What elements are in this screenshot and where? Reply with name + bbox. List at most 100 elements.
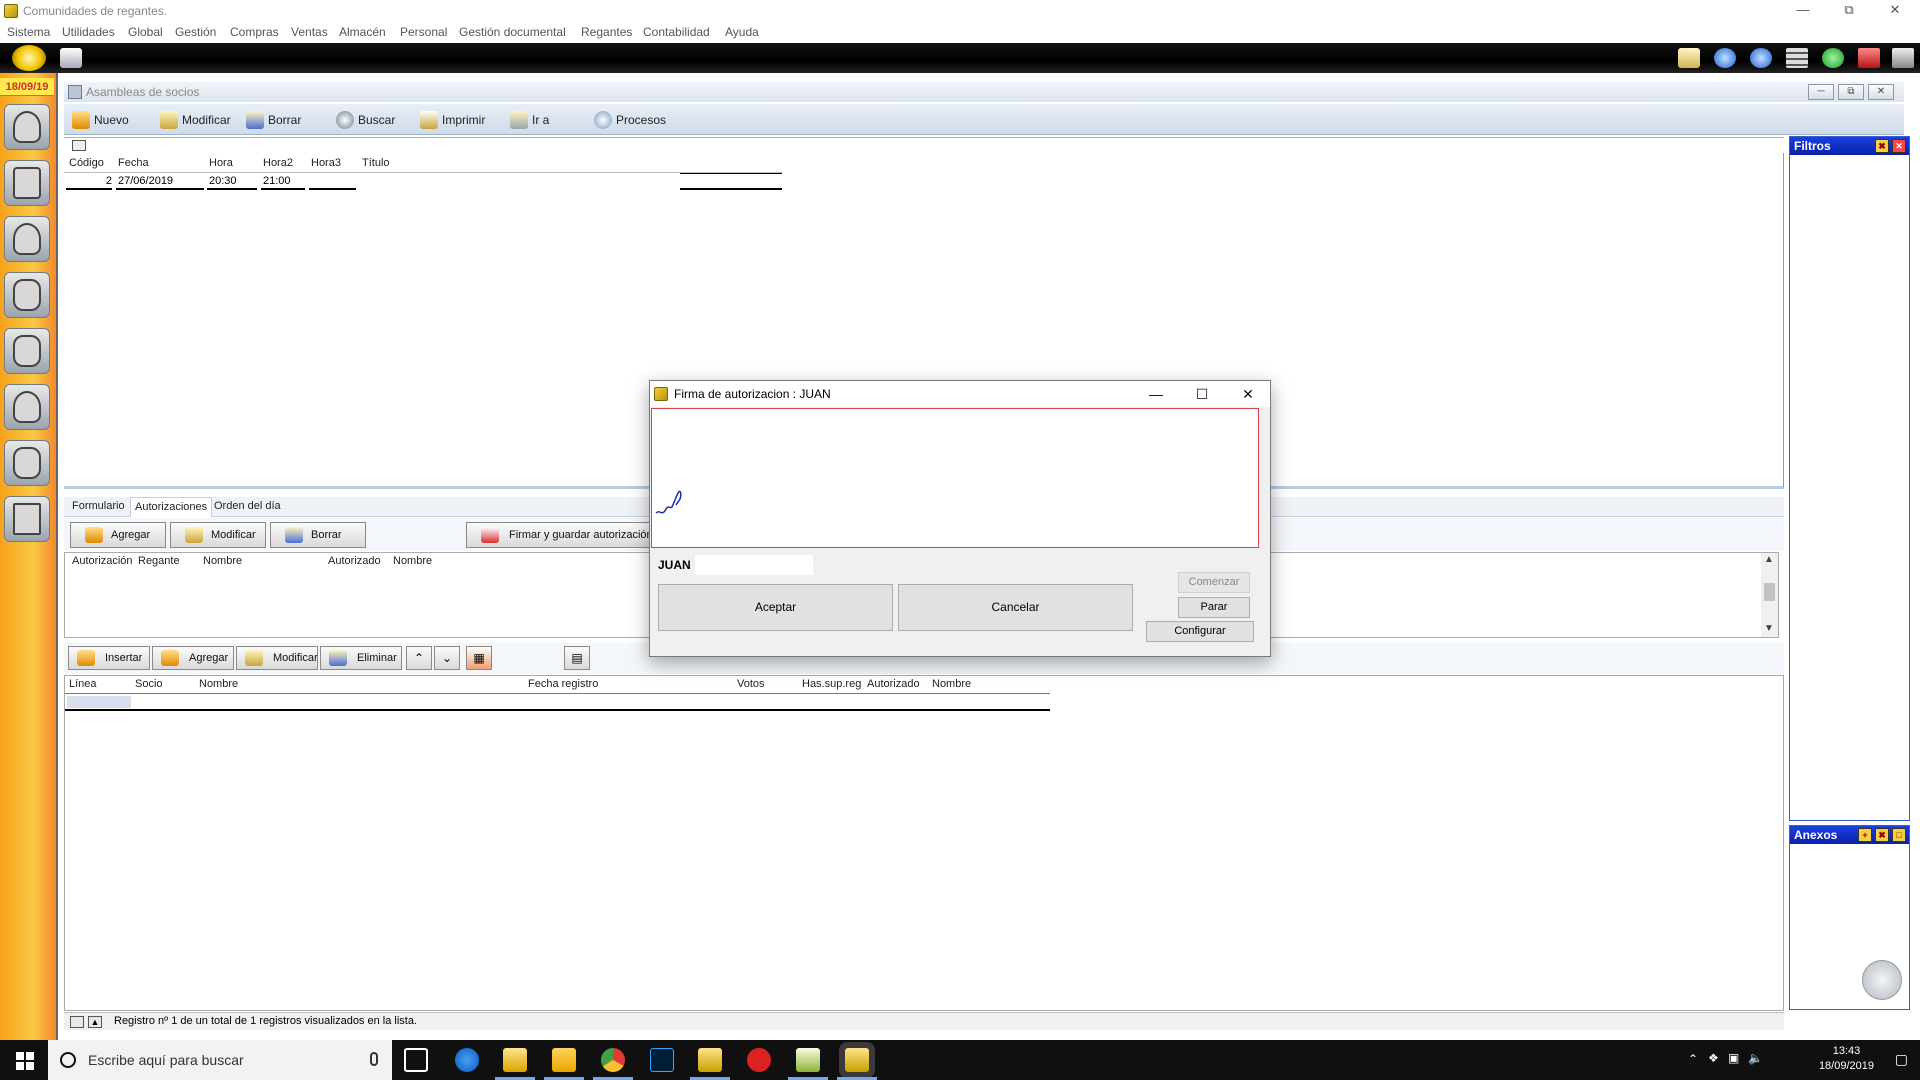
col-nombre-autorizado[interactable]: Nombre bbox=[932, 678, 971, 690]
back-arrow-icon[interactable] bbox=[1714, 48, 1736, 68]
selected-row[interactable] bbox=[67, 696, 131, 708]
tab-formulario[interactable]: Formulario bbox=[72, 500, 125, 512]
photoshop-icon[interactable] bbox=[650, 1048, 674, 1072]
child-minimize-button[interactable]: ─ bbox=[1808, 84, 1834, 100]
exit-icon[interactable] bbox=[1892, 48, 1914, 68]
col-codigo[interactable]: Código bbox=[69, 157, 104, 169]
dialog-minimize-button[interactable]: — bbox=[1134, 381, 1178, 407]
filters-close-icon[interactable]: ✕ bbox=[1892, 139, 1906, 153]
configure-button[interactable]: Configurar bbox=[1146, 621, 1254, 642]
side-button-person[interactable] bbox=[4, 216, 50, 262]
procesos-button[interactable]: Procesos bbox=[594, 110, 666, 130]
notes-button[interactable]: ▤ bbox=[564, 646, 590, 670]
volume-icon[interactable]: 🔈 bbox=[1748, 1051, 1763, 1065]
start-button[interactable]: Comenzar bbox=[1178, 572, 1250, 593]
col-hora3[interactable]: Hora3 bbox=[311, 157, 341, 169]
grid-layout-icon[interactable] bbox=[72, 140, 86, 151]
assistant-icon[interactable] bbox=[1862, 960, 1902, 1000]
child-restore-button[interactable]: ⧉ bbox=[1838, 84, 1864, 100]
help-icon[interactable] bbox=[1822, 48, 1844, 68]
auth-modify-button[interactable]: Modificar bbox=[170, 522, 266, 548]
col-titulo[interactable]: Título bbox=[362, 157, 390, 169]
side-button-binary[interactable] bbox=[4, 328, 50, 374]
menu-ayuda[interactable]: Ayuda bbox=[725, 25, 759, 39]
filters-config-icon[interactable]: ✖ bbox=[1875, 139, 1889, 153]
dialog-maximize-button[interactable]: ☐ bbox=[1180, 381, 1224, 407]
menu-gestion[interactable]: Gestión bbox=[175, 25, 216, 39]
col-regante[interactable]: Regante bbox=[138, 555, 180, 567]
dialog-close-button[interactable]: ✕ bbox=[1226, 381, 1270, 407]
signature-pad[interactable] bbox=[651, 408, 1259, 548]
start-button[interactable] bbox=[0, 1040, 48, 1080]
gest-app-icon[interactable] bbox=[698, 1048, 722, 1072]
dropbox-icon[interactable]: ❖ bbox=[1708, 1051, 1719, 1065]
scroll-down-icon[interactable]: ▼ bbox=[1764, 623, 1774, 634]
menu-personal[interactable]: Personal bbox=[400, 25, 447, 39]
windows-list-icon[interactable] bbox=[1786, 48, 1808, 68]
remove-button[interactable]: Eliminar bbox=[320, 646, 402, 670]
clock[interactable]: 13:43 18/09/2019 bbox=[1819, 1044, 1874, 1074]
col-socio[interactable]: Socio bbox=[135, 678, 163, 690]
chrome-icon[interactable] bbox=[601, 1048, 625, 1072]
ir-a-button[interactable]: Ir a bbox=[510, 110, 549, 130]
col-autorizacion[interactable]: Autorización bbox=[72, 555, 133, 567]
mail-app-icon[interactable] bbox=[503, 1048, 527, 1072]
scroll-thumb[interactable] bbox=[1764, 583, 1775, 601]
restore-button[interactable]: ⧉ bbox=[1826, 0, 1872, 22]
menu-gestion-documental[interactable]: Gestión documental bbox=[459, 25, 566, 39]
scroll-up-icon[interactable]: ▲ bbox=[1764, 554, 1774, 565]
col-has-sup-reg[interactable]: Has.sup.reg bbox=[802, 678, 861, 690]
menu-compras[interactable]: Compras bbox=[230, 25, 279, 39]
report-button[interactable]: ▦ bbox=[466, 646, 492, 670]
buscar-button[interactable]: Buscar bbox=[336, 110, 395, 130]
menu-utilidades[interactable]: Utilidades bbox=[62, 25, 115, 39]
microphone-icon[interactable] bbox=[370, 1052, 378, 1066]
col-nombre[interactable]: Nombre bbox=[203, 555, 242, 567]
tab-orden-del-dia[interactable]: Orden del día bbox=[214, 500, 281, 512]
insert-button[interactable]: Insertar bbox=[68, 646, 150, 670]
col-nombre[interactable]: Nombre bbox=[199, 678, 238, 690]
menu-ventas[interactable]: Ventas bbox=[291, 25, 328, 39]
col-fecha[interactable]: Fecha bbox=[118, 157, 149, 169]
menu-contabilidad[interactable]: Contabilidad bbox=[643, 25, 710, 39]
file-explorer-icon[interactable] bbox=[552, 1048, 576, 1072]
mail-icon[interactable] bbox=[1678, 48, 1700, 68]
notifications-icon[interactable]: ▢ bbox=[1895, 1051, 1908, 1068]
modificar-button[interactable]: Modificar bbox=[160, 110, 231, 130]
side-button-tasks[interactable] bbox=[4, 160, 50, 206]
borrar-button[interactable]: Borrar bbox=[246, 110, 301, 130]
col-autorizado[interactable]: Autorizado bbox=[328, 555, 381, 567]
side-button-users[interactable] bbox=[4, 104, 50, 150]
col-autorizado[interactable]: Autorizado bbox=[867, 678, 920, 690]
col-nombre-autorizado[interactable]: Nombre bbox=[393, 555, 432, 567]
cancel-button[interactable]: Cancelar bbox=[898, 584, 1133, 631]
active-app-icon[interactable] bbox=[845, 1048, 869, 1072]
task-view-icon[interactable] bbox=[404, 1048, 428, 1072]
menu-global[interactable]: Global bbox=[128, 25, 163, 39]
line-add-button[interactable]: Agregar bbox=[152, 646, 234, 670]
col-votos[interactable]: Votos bbox=[737, 678, 765, 690]
sign-authorization-button[interactable]: Firmar y guardar autorización bbox=[466, 522, 652, 548]
close-window-icon[interactable] bbox=[1858, 48, 1880, 68]
forward-arrow-icon[interactable] bbox=[1750, 48, 1772, 68]
config-icon[interactable] bbox=[60, 48, 82, 68]
side-button-contacts[interactable] bbox=[4, 384, 50, 430]
col-fecha-registro[interactable]: Fecha registro bbox=[528, 678, 598, 690]
stop-button[interactable]: Parar bbox=[1178, 597, 1250, 618]
imprimir-button[interactable]: Imprimir bbox=[420, 110, 485, 130]
menu-regantes[interactable]: Regantes bbox=[581, 25, 632, 39]
side-button-report[interactable] bbox=[4, 496, 50, 542]
sun-logo-icon[interactable] bbox=[12, 45, 46, 71]
auth-delete-button[interactable]: Borrar bbox=[270, 522, 366, 548]
side-button-database[interactable] bbox=[4, 272, 50, 318]
col-hora[interactable]: Hora bbox=[209, 157, 233, 169]
edge-icon[interactable] bbox=[455, 1048, 479, 1072]
auth-add-button[interactable]: Agregar bbox=[70, 522, 166, 548]
child-close-button[interactable]: ✕ bbox=[1868, 84, 1894, 100]
nuevo-button[interactable]: Nuevo bbox=[72, 110, 129, 130]
authorizations-scrollbar[interactable]: ▲ ▼ bbox=[1761, 553, 1778, 637]
move-down-button[interactable]: ⌄ bbox=[434, 646, 460, 670]
side-button-tools[interactable] bbox=[4, 440, 50, 486]
col-hora2[interactable]: Hora2 bbox=[263, 157, 293, 169]
taskbar-search[interactable]: Escribe aquí para buscar bbox=[48, 1040, 392, 1080]
